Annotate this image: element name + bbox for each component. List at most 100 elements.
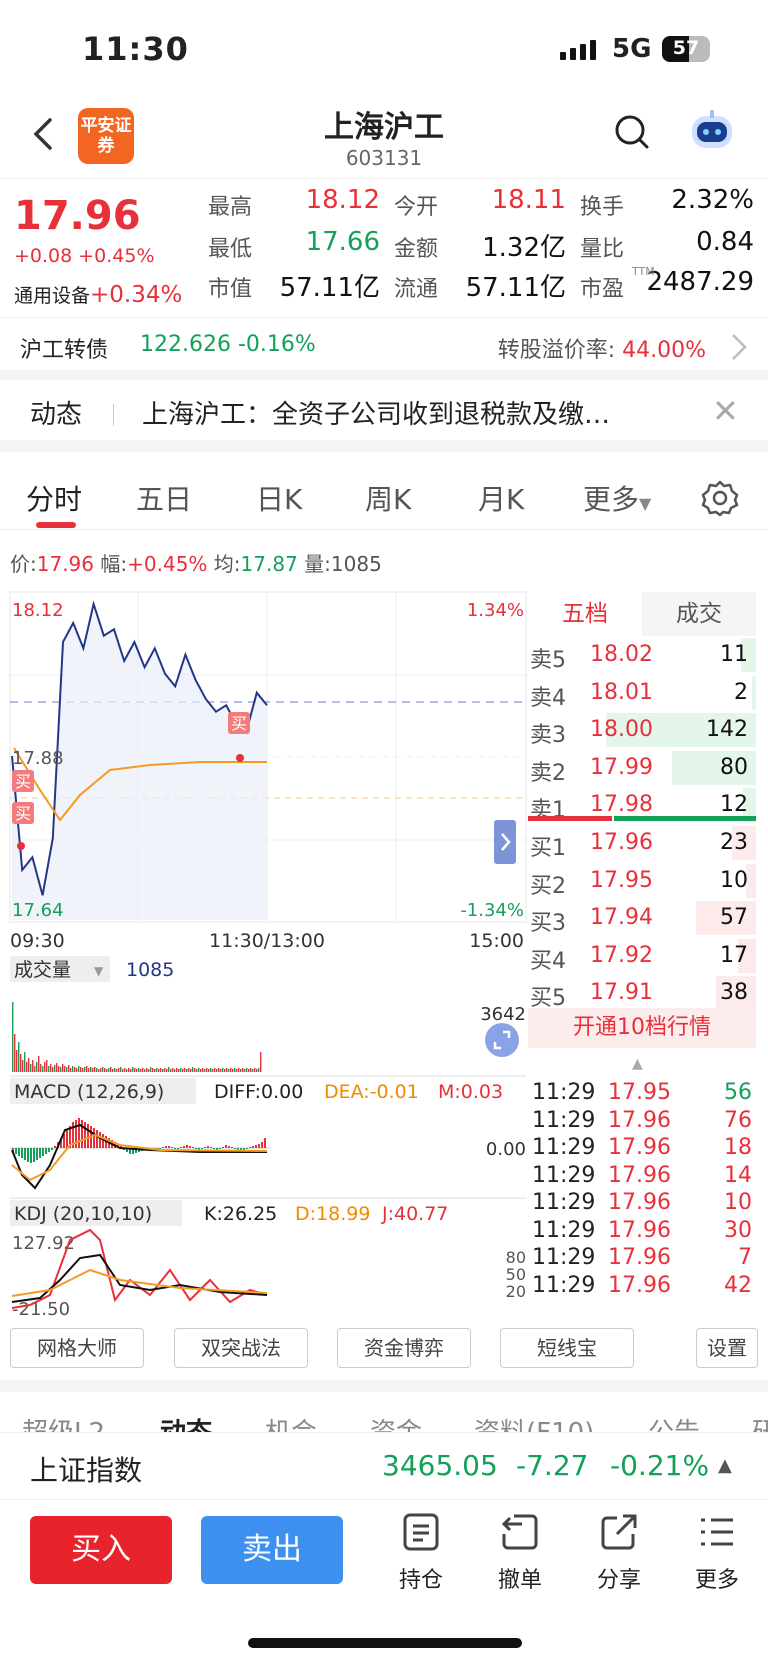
ask-row[interactable]: 卖3 18.00 142 <box>528 713 756 748</box>
bid-row[interactable]: 买2 17.95 10 <box>528 863 756 899</box>
volume-bar <box>38 1056 40 1072</box>
volume-bar <box>164 1068 166 1072</box>
share-button[interactable]: 分享 <box>584 1512 654 1594</box>
buy-marker-label: 买 <box>15 772 31 791</box>
expand-orderbook-button[interactable] <box>494 820 516 864</box>
close-icon[interactable]: ✕ <box>712 392 739 430</box>
quote-value: 18.12 <box>305 185 380 215</box>
news-ticker[interactable]: 动态 上海沪工：全资子公司收到退税款及缴… ✕ <box>0 380 768 452</box>
fund-game-button[interactable]: 资金博弈 <box>337 1328 471 1368</box>
settings-button[interactable]: 设置 <box>696 1328 758 1368</box>
search-icon[interactable] <box>612 112 652 152</box>
volume-bar <box>70 1068 72 1072</box>
grid-master-button[interactable]: 网格大师 <box>10 1328 144 1368</box>
bid-row[interactable]: 买4 17.92 17 <box>528 938 756 974</box>
volume-bar <box>182 1069 184 1072</box>
volume-bar <box>86 1066 88 1072</box>
tab-super-l2[interactable]: 超级L2 <box>22 1412 105 1432</box>
macd-bar <box>162 1147 164 1148</box>
index-pct: -0.21% <box>610 1449 710 1482</box>
tab-news[interactable]: 动态 <box>160 1412 212 1432</box>
orderbook-label: 卖5 <box>530 648 566 673</box>
trade-time: 11:29 <box>532 1080 596 1105</box>
tab-opportunity[interactable]: 机会 <box>265 1412 317 1432</box>
gear-icon[interactable] <box>700 478 740 518</box>
volume-bar <box>132 1067 134 1072</box>
orderbook-vol: 2 <box>734 679 748 705</box>
macd-bar <box>186 1145 188 1148</box>
more-button[interactable]: 更多 <box>682 1512 752 1594</box>
volume-bar <box>236 1069 238 1072</box>
intraday-chart[interactable]: 18.12 17.88 17.64 1.34% -1.34% 买 买 买 09:… <box>0 590 528 1320</box>
tab-weekly-k[interactable]: 周K <box>365 478 411 518</box>
bid-row[interactable]: 买1 17.96 23 <box>528 826 756 861</box>
upgrade-level10-button[interactable]: 开通10档行情 <box>528 1008 756 1048</box>
bid-row[interactable]: 买5 17.91 38 <box>528 976 756 1011</box>
volume-bar <box>250 1068 252 1072</box>
assistant-robot-icon[interactable] <box>688 110 736 154</box>
stock-code: 603131 <box>345 146 423 170</box>
volume-bar <box>224 1069 226 1072</box>
macd-bar <box>30 1148 32 1163</box>
volume-bar <box>142 1068 144 1072</box>
orderbook-vol: 12 <box>720 792 748 817</box>
macd-bar <box>84 1122 86 1148</box>
tab-funds[interactable]: 资金 <box>370 1412 422 1432</box>
ask-row[interactable]: 卖5 18.02 11 <box>528 638 756 673</box>
zoom-icon[interactable] <box>485 1023 519 1057</box>
tab-daily-k[interactable]: 日K <box>256 478 302 518</box>
orderbook-label: 卖3 <box>530 723 566 748</box>
tab-announcement[interactable]: 公告 <box>648 1412 700 1432</box>
macd-bar <box>210 1147 212 1148</box>
quote-value: 2487.29 <box>646 267 754 297</box>
double-breakout-button[interactable]: 双突战法 <box>174 1328 308 1368</box>
short-term-button[interactable]: 短线宝 <box>500 1328 634 1368</box>
macd-bar <box>258 1144 260 1148</box>
caret-up-icon[interactable]: ▲ <box>718 1455 732 1476</box>
volume-bar <box>96 1068 98 1072</box>
menu-icon <box>701 1518 733 1546</box>
tab-f10[interactable]: 资料(F10) <box>474 1412 594 1432</box>
volume-bar <box>214 1068 216 1072</box>
convertible-bond-row[interactable]: 沪工转债 122.626 -0.16% 转股溢价率: 44.00% <box>0 318 768 380</box>
sell-button[interactable]: 卖出 <box>201 1516 343 1584</box>
trade-price: 17.96 <box>608 1217 671 1243</box>
crosshair-info: 价:17.96 幅:+0.45% 均:17.87 量:1085 <box>10 548 382 577</box>
cancel-order-button[interactable]: 撤单 <box>485 1512 555 1594</box>
volume-bar <box>144 1069 146 1072</box>
news-headline[interactable]: 上海沪工：全资子公司收到退税款及缴… <box>142 394 610 431</box>
sector-change[interactable]: 通用设备+0.34% <box>14 281 182 308</box>
volume-bar <box>62 1064 64 1072</box>
tab-more[interactable]: 更多▼ <box>583 478 651 518</box>
battery-icon: 57 <box>662 36 710 62</box>
buy-marker-label: 买 <box>15 804 31 823</box>
market-index-bar[interactable]: 上证指数 3465.05 -7.27 -0.21% ▲ <box>0 1432 768 1500</box>
orderbook-label: 买3 <box>530 911 566 936</box>
tab-research[interactable]: 研 <box>752 1412 768 1432</box>
tab-intraday[interactable]: 分时 <box>26 478 82 518</box>
quote-label: 最高 <box>208 195 253 220</box>
macd-bar <box>261 1142 263 1148</box>
macd-bar <box>78 1118 80 1148</box>
ask-row[interactable]: 卖4 18.01 2 <box>528 675 756 711</box>
volume-bar <box>82 1068 84 1072</box>
tab-level5[interactable]: 五档 <box>528 592 642 636</box>
last-price: 17.96 <box>14 193 141 239</box>
buy-button[interactable]: 买入 <box>30 1516 172 1584</box>
info-vol: 1085 <box>330 552 382 576</box>
tab-monthly-k[interactable]: 月K <box>478 478 524 518</box>
holdings-button[interactable]: 持仓 <box>386 1512 456 1594</box>
bid-row[interactable]: 买3 17.94 57 <box>528 901 756 936</box>
trade-row: 11:29 17.96 14 <box>530 1163 756 1189</box>
caret-up-icon[interactable]: ▲ <box>632 1056 643 1072</box>
y-mid-label: 17.88 <box>12 748 64 769</box>
kdj-k: K:26.25 <box>204 1203 277 1225</box>
volume-bar <box>118 1068 120 1072</box>
macd-bar <box>45 1148 47 1154</box>
orderbook-vol: 10 <box>720 867 748 893</box>
trade-vol: 42 <box>724 1272 752 1298</box>
tab-5day[interactable]: 五日 <box>136 478 192 518</box>
ask-row[interactable]: 卖2 17.99 80 <box>528 750 756 786</box>
quote-label: 流通 <box>394 277 439 302</box>
tab-trades[interactable]: 成交 <box>642 592 756 636</box>
